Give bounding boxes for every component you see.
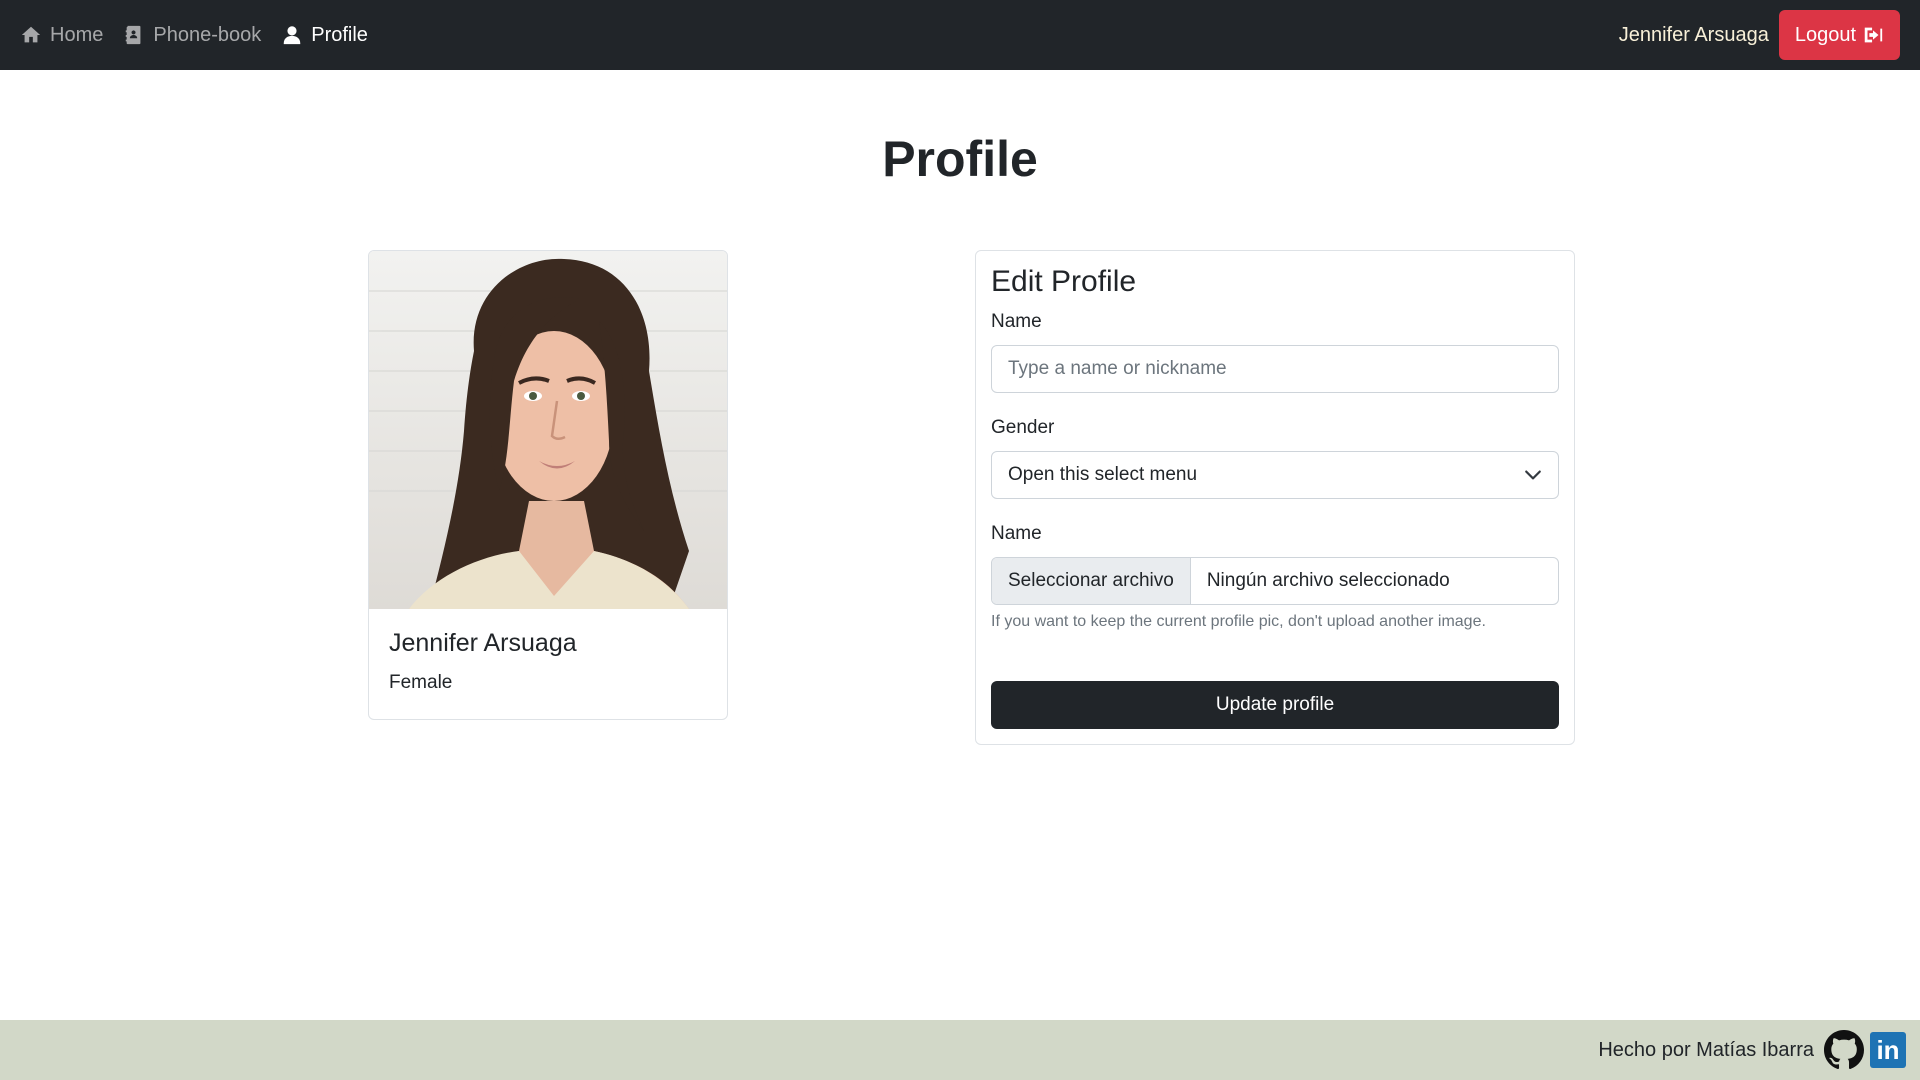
nav-profile-link[interactable]: Profile xyxy=(281,24,368,47)
address-book-icon xyxy=(126,25,141,45)
profile-name: Jennifer Arsuaga xyxy=(389,629,577,657)
nav-links: Home Phone-book Profile xyxy=(20,24,368,47)
profile-photo xyxy=(369,251,727,609)
footer-credit: Hecho por Matías Ibarra xyxy=(1598,1038,1814,1061)
sign-out-icon xyxy=(1864,27,1883,43)
nav-phonebook-label: Phone-book xyxy=(153,23,262,46)
nav-user-name: Jennifer Arsuaga xyxy=(1618,23,1769,46)
github-icon[interactable] xyxy=(1824,1030,1864,1070)
profile-photo-illustration xyxy=(369,251,727,609)
gender-select[interactable]: Open this select menu xyxy=(991,451,1559,499)
name-input[interactable] xyxy=(991,345,1559,393)
nav-user-area: Jennifer Arsuaga Logout xyxy=(1619,10,1900,60)
footer: Hecho por Matías Ibarra in xyxy=(0,1020,1920,1080)
update-profile-button[interactable]: Update profile xyxy=(991,681,1559,729)
gender-select-value: Open this select menu xyxy=(1008,464,1198,485)
nav-profile-label: Profile xyxy=(311,23,368,46)
gender-label: Gender xyxy=(991,417,1055,438)
profile-card: Jennifer Arsuaga Female xyxy=(368,250,728,720)
edit-profile-form: Edit Profile Name Gender Open this selec… xyxy=(975,250,1575,745)
profile-card-body: Jennifer Arsuaga Female xyxy=(369,609,727,714)
linkedin-icon[interactable]: in xyxy=(1870,1032,1906,1068)
file-status: Ningún archivo seleccionado xyxy=(1206,570,1450,591)
nav-phonebook-link[interactable]: Phone-book xyxy=(123,24,261,47)
logout-button[interactable]: Logout xyxy=(1778,10,1900,60)
chevron-down-icon xyxy=(1525,470,1541,480)
user-icon xyxy=(283,26,301,45)
top-navbar: Home Phone-book Profile Jennifer Arsuaga… xyxy=(0,0,1920,70)
profile-gender: Female xyxy=(389,672,453,693)
profile-pic-file-input[interactable]: Seleccionar archivo Ningún archivo selec… xyxy=(991,557,1559,605)
file-label: Name xyxy=(991,523,1042,544)
name-label: Name xyxy=(991,311,1042,332)
logout-label: Logout xyxy=(1794,23,1856,46)
nav-home-label: Home xyxy=(50,23,104,46)
page-title: Profile xyxy=(882,131,1038,187)
file-help-text: If you want to keep the current profile … xyxy=(991,613,1486,630)
edit-profile-title: Edit Profile xyxy=(991,265,1137,298)
nav-home-link[interactable]: Home xyxy=(20,24,103,47)
home-icon xyxy=(21,26,41,43)
choose-file-button[interactable]: Seleccionar archivo xyxy=(992,558,1191,604)
